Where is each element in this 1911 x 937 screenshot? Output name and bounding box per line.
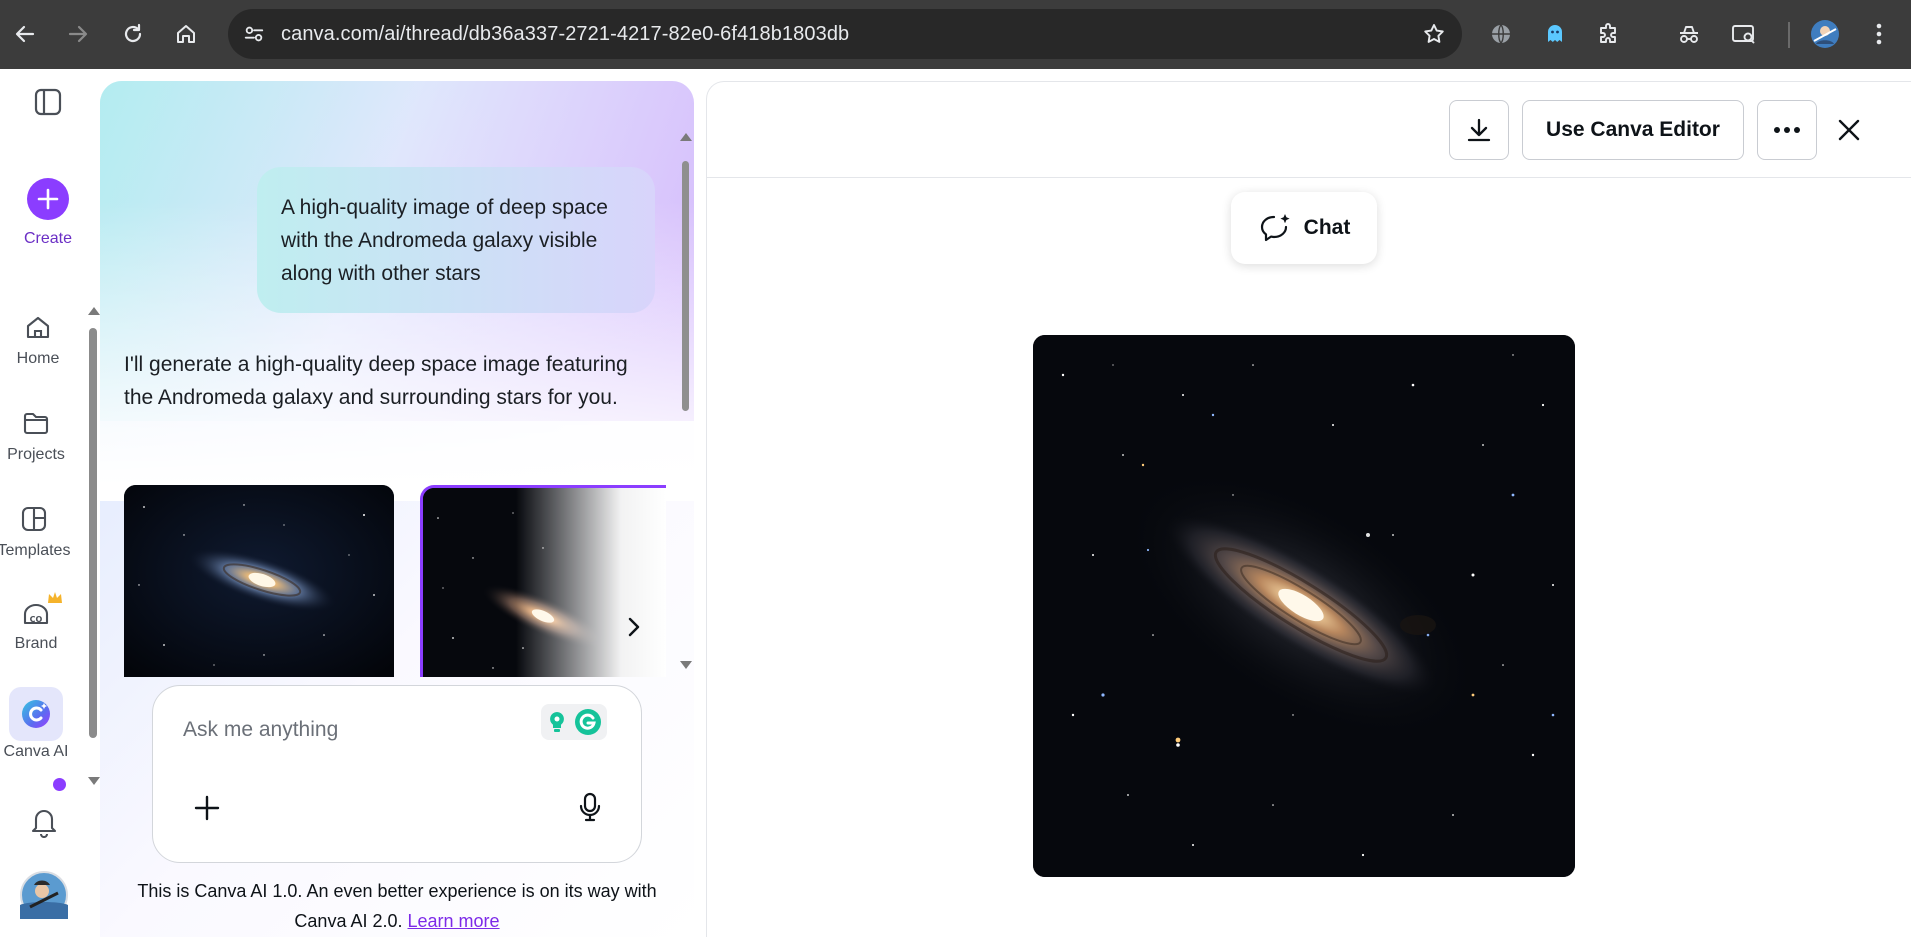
address-bar[interactable]: canva.com/ai/thread/db36a337-2721-4217-8… (228, 9, 1462, 59)
create-button[interactable]: Create (0, 178, 96, 248)
home-icon (26, 316, 50, 339)
canva-ai-icon (22, 700, 50, 728)
sidebar-item-projects[interactable]: Projects (0, 408, 84, 464)
browser-toolbar: canva.com/ai/thread/db36a337-2721-4217-8… (0, 0, 1911, 69)
attach-plus-icon[interactable] (191, 792, 223, 824)
more-options-button[interactable] (1757, 100, 1817, 160)
site-settings-icon[interactable] (238, 18, 270, 50)
preview-header: Use Canva Editor (707, 82, 1911, 178)
chevron-right-icon[interactable] (618, 611, 650, 643)
star-icon[interactable] (1418, 18, 1450, 50)
assistant-message: I'll generate a high-quality deep space … (124, 353, 628, 409)
chat-panel: A high-quality image of deep space with … (100, 81, 694, 937)
sidebar-item-home[interactable]: Home (0, 312, 86, 368)
sidebar-item-canva-ai[interactable]: Canva AI (0, 687, 84, 761)
sidebar-item-label: Templates (0, 542, 71, 559)
bell-icon[interactable] (0, 804, 92, 842)
chat-sparkle-icon (1260, 214, 1290, 242)
chat-toggle-button[interactable]: Chat (1231, 192, 1377, 264)
mic-icon[interactable] (573, 790, 607, 824)
folder-icon (23, 412, 49, 435)
close-icon[interactable] (1829, 110, 1869, 150)
kebab-icon[interactable] (1859, 14, 1899, 54)
home-icon[interactable] (166, 14, 206, 54)
sidebar-toggle-icon[interactable] (0, 87, 96, 121)
user-message-bubble: A high-quality image of deep space with … (257, 167, 655, 313)
ghost-icon[interactable] (1535, 14, 1575, 54)
download-icon (1467, 118, 1491, 142)
avatar[interactable] (0, 871, 92, 923)
chat-toggle-label: Chat (1303, 216, 1351, 239)
back-arrow-icon[interactable] (5, 14, 45, 54)
url-text[interactable]: canva.com/ai/thread/db36a337-2721-4217-8… (281, 9, 849, 59)
sidebar-item-label: Projects (7, 446, 65, 463)
carousel-fade (516, 488, 666, 677)
brand-icon: CO (23, 604, 49, 625)
disclaimer-footnote: This is Canva AI 1.0. An even better exp… (100, 876, 694, 936)
sidebar-item-label: Canva AI (3, 743, 69, 760)
plus-icon (27, 178, 69, 220)
create-label: Create (23, 230, 73, 247)
chat-input[interactable]: Ask me anything (183, 718, 338, 742)
reload-icon[interactable] (113, 14, 153, 54)
scroll-down-arrow-icon[interactable] (87, 775, 101, 787)
generated-image-preview[interactable] (1033, 335, 1575, 877)
chat-thread[interactable]: A high-quality image of deep space with … (100, 81, 694, 677)
grammarly-icon[interactable] (541, 704, 607, 740)
chat-composer[interactable]: Ask me anything (152, 685, 642, 863)
generated-image-thumbnail-selected[interactable] (420, 485, 666, 677)
scroll-up-arrow-icon[interactable] (87, 305, 101, 317)
sidebar-item-label: Brand (14, 635, 58, 652)
svg-text:CO: CO (30, 615, 43, 624)
use-canva-editor-button[interactable]: Use Canva Editor (1522, 100, 1744, 160)
generated-image-thumbnail[interactable] (124, 485, 394, 677)
puzzle-icon[interactable] (1589, 14, 1629, 54)
image-preview-pane: Use Canva Editor Chat (706, 81, 1911, 937)
spy-icon[interactable] (1669, 14, 1709, 54)
sidebar-item-brand[interactable]: CO Brand (0, 591, 84, 653)
chat-scrollbar-thumb[interactable] (682, 161, 689, 411)
sidebar-item-templates[interactable]: Templates (0, 504, 82, 560)
toolbar-divider (1788, 22, 1790, 48)
footnote-text: This is Canva AI 1.0. An even better exp… (137, 881, 657, 931)
globe-icon[interactable] (1481, 14, 1521, 54)
learn-more-link[interactable]: Learn more (408, 911, 500, 931)
sidebar-item-label: Home (16, 350, 60, 367)
rail-scrollbar-thumb[interactable] (89, 328, 97, 738)
canva-side-rail: Create Home Projects Templates CO Brand … (0, 69, 100, 937)
search-tab-icon[interactable] (1724, 14, 1764, 54)
chat-scroll-down-icon[interactable] (679, 659, 693, 671)
download-button[interactable] (1449, 100, 1509, 160)
forward-arrow-icon[interactable] (58, 14, 98, 54)
chat-scroll-up-icon[interactable] (679, 131, 693, 143)
use-canva-editor-label: Use Canva Editor (1546, 118, 1720, 141)
templates-icon (21, 506, 47, 532)
more-icon (1774, 127, 1800, 133)
profile-avatar-icon[interactable] (1805, 14, 1845, 54)
notification-dot (53, 778, 66, 791)
